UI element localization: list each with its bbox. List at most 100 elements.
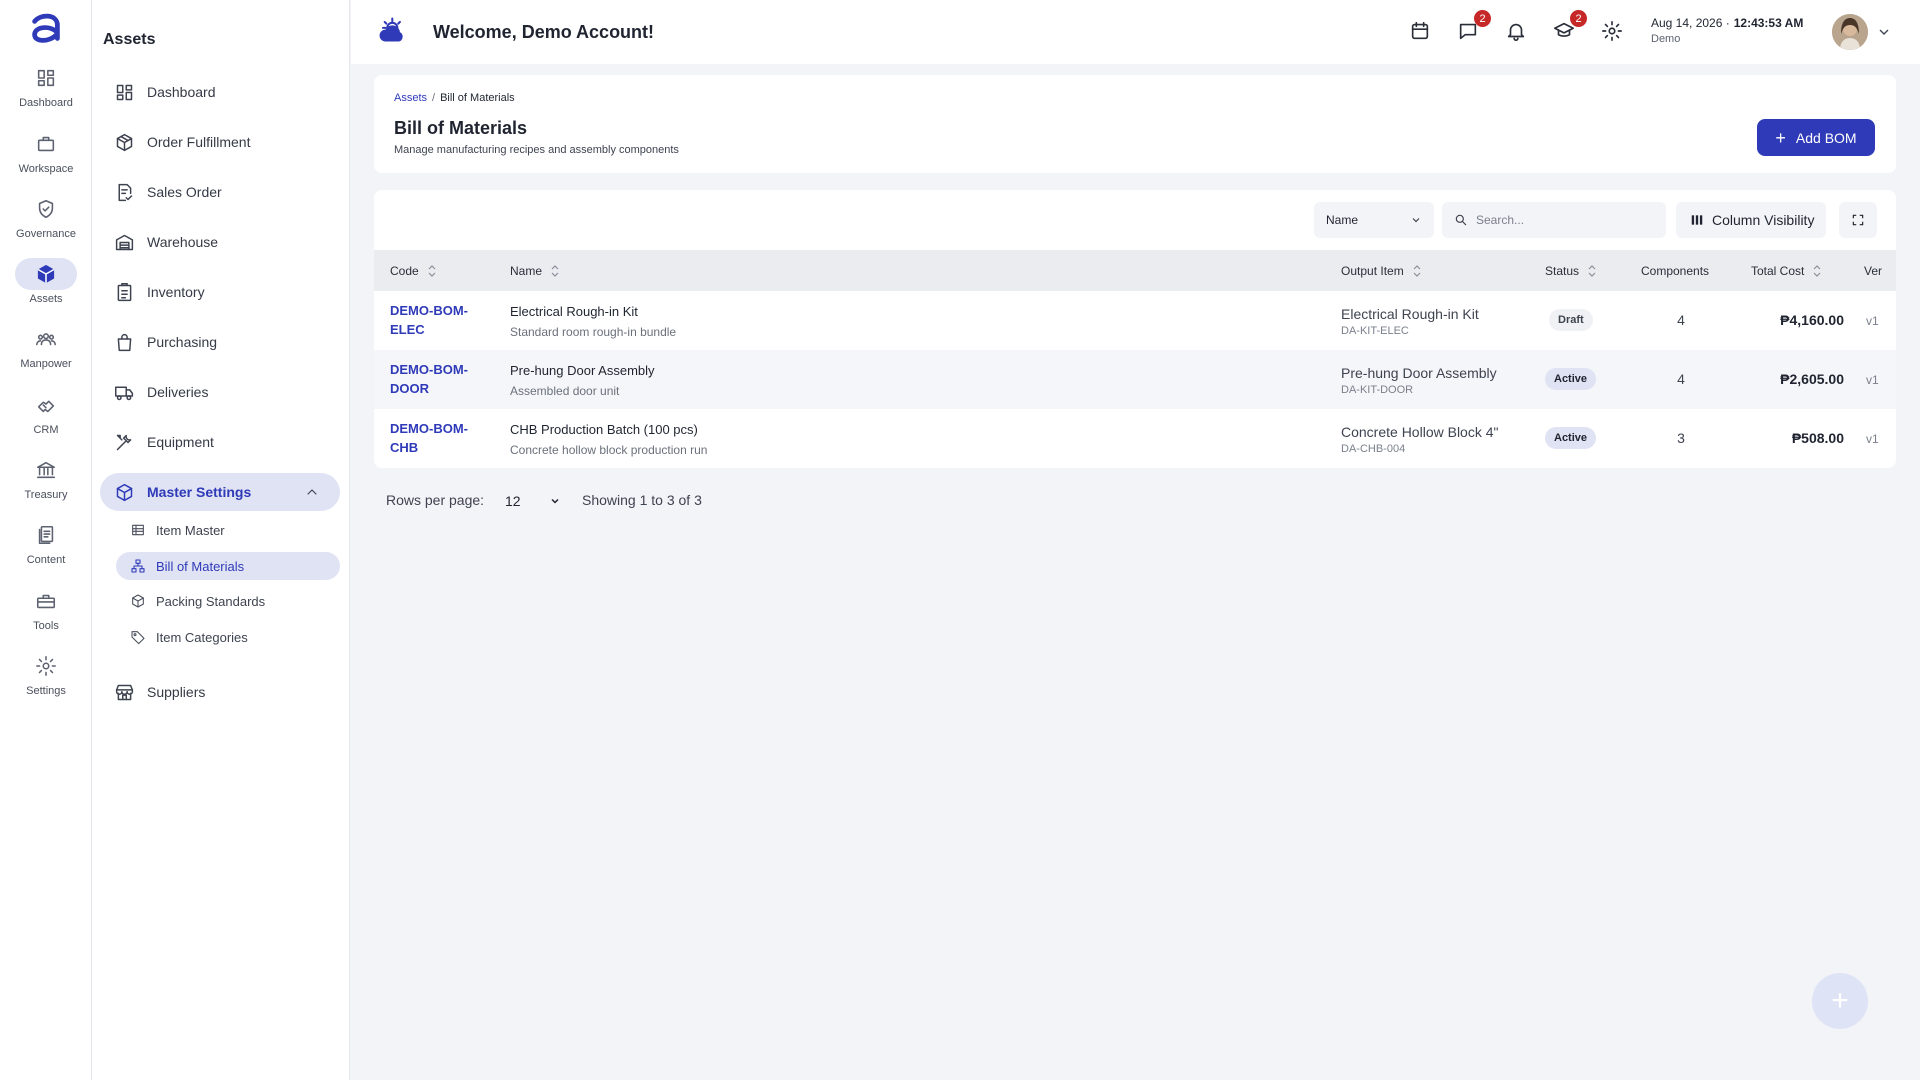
column-header-label: Components xyxy=(1641,263,1710,278)
chevron-down-icon xyxy=(551,498,559,504)
column-header-total-cost[interactable]: Total Cost xyxy=(1751,250,1822,291)
page-title: Bill of Materials xyxy=(394,118,528,138)
breadcrumb: Assets / Bill of Materials xyxy=(394,92,515,104)
column-header-code[interactable]: Code xyxy=(390,250,437,291)
column-visibility-button[interactable]: Column Visibility xyxy=(1676,202,1826,238)
table-row[interactable]: DEMO-BOM-CHB CHB Production Batch (100 p… xyxy=(374,409,1896,468)
sort-icon xyxy=(428,264,436,277)
add-bom-button[interactable]: + Add BOM xyxy=(1757,119,1875,156)
nav-item-deliveries[interactable]: Deliveries xyxy=(100,373,340,411)
calendar-icon xyxy=(1411,21,1429,40)
floating-add-button[interactable]: + xyxy=(1812,973,1868,1029)
breadcrumb-assets[interactable]: Assets xyxy=(394,92,427,104)
chevron-down-icon xyxy=(1412,218,1420,223)
rail-label: Treasury xyxy=(24,489,68,501)
rail-label: Manpower xyxy=(20,358,72,370)
output-item-code: DA-KIT-DOOR xyxy=(1341,384,1414,396)
column-header-label: Ver xyxy=(1864,263,1883,278)
hierarchy-icon xyxy=(131,559,145,573)
rail-item-settings[interactable]: Settings xyxy=(0,650,92,710)
subnav-item-label: Item Master xyxy=(156,522,225,538)
bom-name-cell: Pre-hung Door Assembly Assembled door un… xyxy=(510,363,655,398)
subnav-item-packing-standards[interactable]: Packing Standards xyxy=(116,587,340,615)
subnav-item-item-categories[interactable]: Item Categories xyxy=(116,623,340,651)
bom-code-link[interactable]: DEMO-BOM-ELEC xyxy=(390,301,470,339)
nav-item-dashboard[interactable]: Dashboard xyxy=(100,73,340,111)
avatar-image xyxy=(1832,14,1868,50)
package-icon xyxy=(132,594,144,608)
nav-item-label: Order Fulfillment xyxy=(147,134,251,150)
sort-icon xyxy=(551,264,559,277)
datetime: Aug 14, 2026 · 12:43:53 AM xyxy=(1651,16,1803,30)
fullscreen-button[interactable] xyxy=(1839,202,1877,238)
status-badge: Draft xyxy=(1549,309,1593,331)
column-header-label: Status xyxy=(1545,263,1580,278)
nav-item-order-fulfillment[interactable]: Order Fulfillment xyxy=(100,123,340,161)
clipboard-list-icon xyxy=(117,282,132,301)
nav-item-suppliers[interactable]: Suppliers xyxy=(100,673,340,711)
people-icon xyxy=(36,333,56,346)
nav-item-label: Purchasing xyxy=(147,334,218,350)
documents-icon xyxy=(38,525,54,545)
shopping-bag-icon xyxy=(117,333,132,351)
table-list-icon xyxy=(132,524,144,536)
nav-item-inventory[interactable]: Inventory xyxy=(100,273,340,311)
chevron-up-icon[interactable] xyxy=(304,484,320,500)
cube-icon xyxy=(37,264,55,284)
settings-button[interactable] xyxy=(1601,20,1625,44)
output-item-code: DA-CHB-004 xyxy=(1341,443,1406,455)
nav-item-label: Inventory xyxy=(147,284,205,300)
rail-item-dashboard[interactable]: Dashboard xyxy=(0,62,92,122)
search-field-select[interactable]: Name xyxy=(1314,202,1434,238)
subnav-item-bill-of-materials[interactable]: Bill of Materials xyxy=(116,552,340,580)
page-header-card: Assets / Bill of Materials Bill of Materia… xyxy=(374,75,1896,173)
total-cost: ₱4,160.00 xyxy=(1780,312,1844,328)
rail-item-manpower[interactable]: Manpower xyxy=(0,323,92,383)
total-cost: ₱508.00 xyxy=(1791,430,1844,446)
column-header-status[interactable]: Status xyxy=(1545,250,1597,291)
sort-icon xyxy=(1813,264,1821,277)
column-header-name[interactable]: Name xyxy=(510,250,560,291)
column-header-label: Total Cost xyxy=(1751,263,1805,278)
nav-item-equipment[interactable]: Equipment xyxy=(100,423,340,461)
column-header-output-item[interactable]: Output Item xyxy=(1341,250,1422,291)
column-header-components: Components xyxy=(1641,250,1709,291)
rail-item-governance[interactable]: Governance xyxy=(0,193,92,253)
rail-item-tools[interactable]: Tools xyxy=(0,585,92,645)
subnav-item-label: Item Categories xyxy=(156,629,248,645)
calendar-button[interactable] xyxy=(1409,20,1433,44)
nav-item-label: Dashboard xyxy=(147,84,216,100)
rows-per-page-select[interactable]: 12 xyxy=(505,489,565,513)
rail-item-workspace[interactable]: Workspace xyxy=(0,128,92,188)
nav-item-warehouse[interactable]: Warehouse xyxy=(100,223,340,261)
nav-item-purchasing[interactable]: Purchasing xyxy=(100,323,340,361)
search-input[interactable] xyxy=(1476,202,1656,238)
subnav-item-item-master[interactable]: Item Master xyxy=(116,516,340,544)
fullscreen-icon xyxy=(1852,214,1864,226)
rail-item-treasury[interactable]: Treasury xyxy=(0,454,92,514)
table-row[interactable]: DEMO-BOM-DOOR Pre-hung Door Assembly Ass… xyxy=(374,350,1896,409)
nav-item-sales-order[interactable]: Sales Order xyxy=(100,173,340,211)
avatar[interactable] xyxy=(1832,14,1868,50)
rail-item-crm[interactable]: CRM xyxy=(0,389,92,449)
status-badge: Active xyxy=(1545,427,1597,449)
rail-item-content[interactable]: Content xyxy=(0,519,92,579)
app-logo-icon[interactable] xyxy=(27,10,65,48)
toolbox-icon xyxy=(36,594,56,609)
nav-item-master-settings[interactable]: Master Settings xyxy=(100,473,340,511)
rows-per-page-label: Rows per page: xyxy=(386,492,485,508)
package-icon xyxy=(116,133,133,151)
dashboard-icon xyxy=(116,84,133,100)
messages-button[interactable]: 2 xyxy=(1457,10,1491,44)
table-header: Code Name Output Item Status Components … xyxy=(374,250,1896,291)
bom-table-card: Name Column Visibility Code Name Output … xyxy=(374,190,1896,468)
notifications-button[interactable] xyxy=(1505,20,1529,44)
bom-code-link[interactable]: DEMO-BOM-DOOR xyxy=(390,360,470,398)
bank-icon xyxy=(36,461,56,479)
dashboard-icon xyxy=(37,69,55,87)
chevron-down-icon[interactable] xyxy=(1876,24,1892,40)
table-row[interactable]: DEMO-BOM-ELEC Electrical Rough-in Kit St… xyxy=(374,291,1896,350)
training-button[interactable]: 2 xyxy=(1553,10,1587,44)
rail-item-assets[interactable]: Assets xyxy=(0,258,92,318)
bom-code-link[interactable]: DEMO-BOM-CHB xyxy=(390,419,470,457)
